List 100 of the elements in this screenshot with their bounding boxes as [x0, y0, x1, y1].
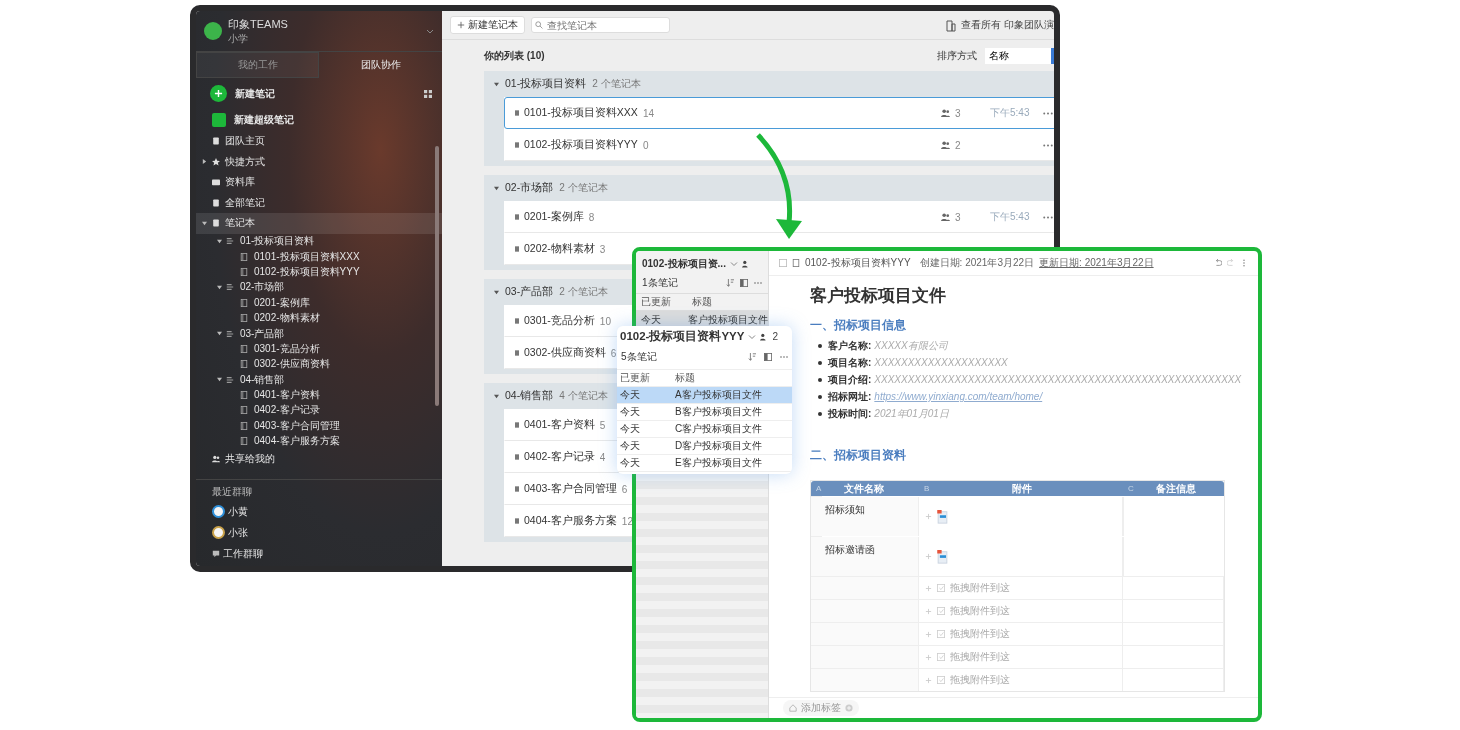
note-row[interactable]: 今天 E客户投标项目文件 [617, 455, 792, 472]
caret-icon[interactable] [494, 81, 499, 87]
stack-name[interactable]: 01-投标项目资料 [505, 77, 587, 91]
caret-icon[interactable] [217, 377, 222, 383]
notebook-label: 0102-投标项目资料YYY [254, 264, 360, 279]
plus-icon[interactable] [210, 85, 227, 102]
sidebar-item[interactable]: 全部笔记 [196, 192, 442, 213]
note-row[interactable]: 今天 C客户投标项目文件 [617, 421, 792, 438]
notebook-item[interactable]: 0102-投标项目资料YYY [196, 264, 442, 280]
more-icon[interactable] [1043, 215, 1053, 219]
stack-name[interactable]: 04-销售部 [505, 389, 554, 403]
notebook-title: 0102-投标项目资料YYY [620, 329, 745, 344]
caret-icon[interactable] [217, 238, 222, 244]
scrollbar[interactable] [435, 146, 439, 406]
updated-date[interactable]: 更新日期: 2021年3月22日 [1039, 256, 1154, 270]
sidebar-item[interactable]: 共享给我的 [196, 448, 442, 470]
caret-icon[interactable] [217, 284, 222, 290]
stack-count: 4 个笔记本 [559, 389, 608, 403]
notebook-item[interactable]: 0302-供应商资料 [196, 356, 442, 372]
layout-icon[interactable] [764, 353, 772, 361]
notebook-item[interactable]: 0403-客户合同管理 [196, 418, 442, 434]
notebook-icon [515, 422, 519, 428]
notebook-item[interactable]: 0402-客户记录 [196, 402, 442, 419]
sidebar-tab[interactable]: 我的工作 [196, 52, 319, 78]
stack-label: 01-投标项目资料 [240, 234, 315, 249]
notebook-name: 0404-客户服务方案 [524, 514, 617, 528]
notebook-label: 0404-客户服务方案 [254, 434, 340, 449]
notebook-item[interactable]: 0101-投标项目资料XXX [196, 248, 442, 265]
note-row[interactable]: 今天 A客户投标项目文件 [617, 387, 792, 404]
caret-icon[interactable] [494, 185, 499, 191]
building-icon[interactable] [946, 20, 957, 32]
column-header[interactable]: 标题 [672, 371, 790, 385]
sort-dropdown[interactable]: 名称 [985, 48, 1054, 64]
notebook-name: 0101-投标项目资料XXX [524, 106, 638, 120]
notebook-stack-item[interactable]: 04-销售部 [196, 372, 442, 388]
caret-icon[interactable] [202, 159, 207, 165]
section-heading: 一、招标项目信息 [810, 318, 907, 332]
field-label: 客户名称: [828, 338, 872, 353]
account-name[interactable]: 印象TEAMS [228, 16, 420, 32]
more-icon[interactable] [1043, 111, 1053, 115]
people-icon [941, 109, 950, 117]
chat-item[interactable]: 小张 [212, 522, 442, 543]
chat-item[interactable]: 小黄 [212, 501, 442, 522]
note-row[interactable]: 今天 D客户投标项目文件 [617, 438, 792, 455]
note-count: 4 [599, 451, 606, 463]
chat-item[interactable]: 工作群聊 [212, 543, 442, 564]
stack-name[interactable]: 03-产品部 [505, 285, 554, 299]
people-icon[interactable] [741, 260, 750, 268]
stack-name[interactable]: 02-市场部 [505, 181, 554, 195]
sidebar-item-label: 团队主页 [225, 134, 265, 149]
caret-icon[interactable] [494, 393, 499, 399]
notebook-stack-item[interactable]: 02-市场部 [196, 279, 442, 296]
member-count: 2 [772, 331, 778, 342]
search-field[interactable]: 查找笔记本 [531, 17, 670, 33]
notebook-item[interactable]: 0401-客户资料 [196, 387, 442, 403]
stack-icon [226, 283, 234, 292]
file-icon[interactable] [937, 509, 948, 524]
column-header[interactable]: 已更新 [636, 295, 688, 309]
file-icon[interactable] [937, 549, 948, 564]
new-super-note-button[interactable]: 新建超级笔记 [234, 113, 294, 127]
view-all-link[interactable]: 查看所有 印象团队演 [961, 18, 1054, 32]
notebook-item[interactable]: 0301-竞品分析 [196, 341, 442, 357]
sidebar-item[interactable]: 快捷方式 [196, 151, 442, 172]
note-row[interactable]: 今天 B客户投标项目文件 [617, 404, 792, 421]
sort-icon[interactable] [748, 353, 756, 361]
new-note-button[interactable]: 新建笔记 [235, 86, 275, 101]
more-icon[interactable] [1240, 259, 1248, 267]
list-title: 你的列表 (10) [484, 49, 545, 63]
sort-icon[interactable] [726, 279, 734, 287]
bullet-icon [818, 360, 822, 365]
more-icon[interactable] [1043, 143, 1053, 147]
notebook-item[interactable]: 0202-物料素材 [196, 310, 442, 326]
sidebar-item[interactable]: 资料库 [196, 172, 442, 193]
sidebar-item[interactable]: 团队主页 [196, 131, 442, 152]
notebook-stack-item[interactable]: 03-产品部 [196, 325, 442, 342]
column-header[interactable]: 已更新 [617, 371, 672, 385]
notebook-item[interactable]: 0201-案例库 [196, 295, 442, 311]
undo-icon[interactable] [1214, 259, 1222, 267]
layout-icon[interactable] [740, 279, 748, 287]
chevron-icon[interactable] [426, 28, 434, 34]
notebook-link[interactable]: 0102-投标项目资料YYY [805, 256, 911, 270]
notebook-label: 0302-供应商资料 [254, 357, 330, 372]
notebook-item[interactable]: 0404-客户服务方案 [196, 433, 442, 449]
new-notebook-button[interactable]: 新建笔记本 [450, 16, 525, 34]
notebook-row[interactable]: 0102-投标项目资料YYY 0 2 [504, 129, 1054, 161]
caret-icon[interactable] [494, 289, 499, 295]
caret-icon[interactable] [202, 220, 207, 226]
note-count: 3 [599, 243, 606, 255]
note-count: 10 [599, 315, 611, 327]
sidebar-tab[interactable]: 团队协作 [319, 52, 442, 78]
people-icon[interactable] [760, 332, 769, 341]
notebook-name: 0402-客户记录 [524, 450, 595, 464]
notebook-stack-item[interactable]: 01-投标项目资料 [196, 233, 442, 249]
grid-icon[interactable] [424, 89, 432, 98]
notebook-row[interactable]: 0101-投标项目资料XXX 14 3 下午5:43 [504, 97, 1054, 129]
caret-icon[interactable] [217, 331, 222, 337]
sidebar-item[interactable]: 笔记本 [196, 213, 442, 234]
notebook-icon [792, 259, 800, 267]
column-header[interactable]: 标题 [687, 295, 768, 309]
column-letter: A [815, 484, 823, 493]
